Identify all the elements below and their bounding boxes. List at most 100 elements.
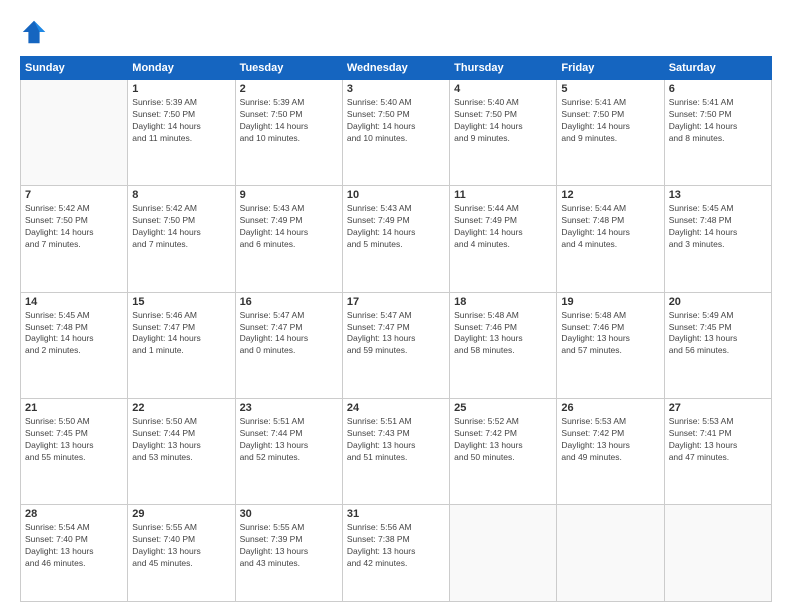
day-number: 1 [132,83,230,95]
calendar-cell [557,505,664,602]
day-info: Sunrise: 5:50 AM Sunset: 7:44 PM Dayligh… [132,416,230,464]
day-number: 20 [669,296,767,308]
day-info: Sunrise: 5:54 AM Sunset: 7:40 PM Dayligh… [25,522,123,570]
day-number: 24 [347,402,445,414]
day-info: Sunrise: 5:44 AM Sunset: 7:48 PM Dayligh… [561,203,659,251]
day-number: 6 [669,83,767,95]
day-info: Sunrise: 5:41 AM Sunset: 7:50 PM Dayligh… [561,97,659,145]
day-info: Sunrise: 5:53 AM Sunset: 7:41 PM Dayligh… [669,416,767,464]
calendar-cell: 15 Sunrise: 5:46 AM Sunset: 7:47 PM Dayli… [128,292,235,398]
day-info: Sunrise: 5:55 AM Sunset: 7:39 PM Dayligh… [240,522,338,570]
day-info: Sunrise: 5:43 AM Sunset: 7:49 PM Dayligh… [240,203,338,251]
day-number: 30 [240,508,338,520]
day-info: Sunrise: 5:49 AM Sunset: 7:45 PM Dayligh… [669,310,767,358]
day-info: Sunrise: 5:52 AM Sunset: 7:42 PM Dayligh… [454,416,552,464]
week-row-2: 7Sunrise: 5:42 AM Sunset: 7:50 PM Daylig… [21,186,772,292]
week-row-3: 14 Sunrise: 5:45 AM Sunset: 7:48 PM Dayli… [21,292,772,398]
calendar-cell: 25 Sunrise: 5:52 AM Sunset: 7:42 PM Dayli… [450,398,557,504]
day-info: Sunrise: 5:39 AM Sunset: 7:50 PM Dayligh… [240,97,338,145]
day-number: 25 [454,402,552,414]
calendar-cell: 19 Sunrise: 5:48 AM Sunset: 7:46 PM Dayli… [557,292,664,398]
weekday-header-wednesday: Wednesday [342,57,449,80]
day-number: 13 [669,189,767,201]
day-number: 12 [561,189,659,201]
calendar-cell [21,80,128,186]
day-number: 28 [25,508,123,520]
calendar-cell: 11 Sunrise: 5:44 AM Sunset: 7:49 PM Dayli… [450,186,557,292]
weekday-header-tuesday: Tuesday [235,57,342,80]
day-number: 19 [561,296,659,308]
logo-icon [20,18,48,46]
calendar-cell: 26 Sunrise: 5:53 AM Sunset: 7:42 PM Dayli… [557,398,664,504]
week-row-1: 1 Sunrise: 5:39 AM Sunset: 7:50 PM Daylig… [21,80,772,186]
day-number: 2 [240,83,338,95]
calendar-cell: 8 Sunrise: 5:42 AM Sunset: 7:50 PM Daylig… [128,186,235,292]
calendar-cell: 17Sunrise: 5:47 AM Sunset: 7:47 PM Dayli… [342,292,449,398]
day-info: Sunrise: 5:45 AM Sunset: 7:48 PM Dayligh… [25,310,123,358]
calendar-cell: 4 Sunrise: 5:40 AM Sunset: 7:50 PM Daylig… [450,80,557,186]
day-number: 15 [132,296,230,308]
day-info: Sunrise: 5:46 AM Sunset: 7:47 PM Dayligh… [132,310,230,358]
day-number: 26 [561,402,659,414]
day-info: Sunrise: 5:42 AM Sunset: 7:50 PM Dayligh… [25,203,123,251]
calendar-cell [450,505,557,602]
day-number: 10 [347,189,445,201]
day-number: 3 [347,83,445,95]
calendar-cell: 27 Sunrise: 5:53 AM Sunset: 7:41 PM Dayli… [664,398,771,504]
day-number: 4 [454,83,552,95]
day-number: 11 [454,189,552,201]
calendar-cell: 20 Sunrise: 5:49 AM Sunset: 7:45 PM Dayli… [664,292,771,398]
day-info: Sunrise: 5:53 AM Sunset: 7:42 PM Dayligh… [561,416,659,464]
calendar-cell: 7Sunrise: 5:42 AM Sunset: 7:50 PM Daylig… [21,186,128,292]
calendar-cell: 29 Sunrise: 5:55 AM Sunset: 7:40 PM Dayli… [128,505,235,602]
day-info: Sunrise: 5:40 AM Sunset: 7:50 PM Dayligh… [454,97,552,145]
calendar-cell: 24 Sunrise: 5:51 AM Sunset: 7:43 PM Dayli… [342,398,449,504]
weekday-header-row: SundayMondayTuesdayWednesdayThursdayFrid… [21,57,772,80]
day-info: Sunrise: 5:47 AM Sunset: 7:47 PM Dayligh… [347,310,445,358]
day-info: Sunrise: 5:45 AM Sunset: 7:48 PM Dayligh… [669,203,767,251]
calendar-cell: 3Sunrise: 5:40 AM Sunset: 7:50 PM Daylig… [342,80,449,186]
day-number: 5 [561,83,659,95]
calendar-cell: 22 Sunrise: 5:50 AM Sunset: 7:44 PM Dayli… [128,398,235,504]
week-row-5: 28 Sunrise: 5:54 AM Sunset: 7:40 PM Dayli… [21,505,772,602]
day-number: 16 [240,296,338,308]
calendar-cell: 18 Sunrise: 5:48 AM Sunset: 7:46 PM Dayli… [450,292,557,398]
calendar-cell: 13 Sunrise: 5:45 AM Sunset: 7:48 PM Dayli… [664,186,771,292]
calendar-cell: 1Sunrise: 5:39 AM Sunset: 7:50 PM Daylig… [128,80,235,186]
day-number: 8 [132,189,230,201]
day-info: Sunrise: 5:48 AM Sunset: 7:46 PM Dayligh… [454,310,552,358]
weekday-header-sunday: Sunday [21,57,128,80]
day-number: 23 [240,402,338,414]
day-number: 27 [669,402,767,414]
calendar-cell: 12 Sunrise: 5:44 AM Sunset: 7:48 PM Dayli… [557,186,664,292]
day-info: Sunrise: 5:51 AM Sunset: 7:43 PM Dayligh… [347,416,445,464]
calendar-cell: 2 Sunrise: 5:39 AM Sunset: 7:50 PM Daylig… [235,80,342,186]
day-info: Sunrise: 5:47 AM Sunset: 7:47 PM Dayligh… [240,310,338,358]
day-info: Sunrise: 5:55 AM Sunset: 7:40 PM Dayligh… [132,522,230,570]
day-number: 22 [132,402,230,414]
day-info: Sunrise: 5:56 AM Sunset: 7:38 PM Dayligh… [347,522,445,570]
calendar-cell: 5 Sunrise: 5:41 AM Sunset: 7:50 PM Daylig… [557,80,664,186]
day-number: 21 [25,402,123,414]
day-info: Sunrise: 5:48 AM Sunset: 7:46 PM Dayligh… [561,310,659,358]
calendar-cell: 31 Sunrise: 5:56 AM Sunset: 7:38 PM Dayli… [342,505,449,602]
day-number: 31 [347,508,445,520]
day-info: Sunrise: 5:44 AM Sunset: 7:49 PM Dayligh… [454,203,552,251]
logo [20,18,50,46]
day-info: Sunrise: 5:42 AM Sunset: 7:50 PM Dayligh… [132,203,230,251]
calendar-table: SundayMondayTuesdayWednesdayThursdayFrid… [20,56,772,602]
calendar-page: SundayMondayTuesdayWednesdayThursdayFrid… [0,0,792,612]
day-number: 9 [240,189,338,201]
weekday-header-monday: Monday [128,57,235,80]
day-info: Sunrise: 5:50 AM Sunset: 7:45 PM Dayligh… [25,416,123,464]
day-number: 29 [132,508,230,520]
calendar-cell [664,505,771,602]
day-number: 18 [454,296,552,308]
calendar-cell: 9 Sunrise: 5:43 AM Sunset: 7:49 PM Daylig… [235,186,342,292]
calendar-cell: 10Sunrise: 5:43 AM Sunset: 7:49 PM Dayli… [342,186,449,292]
day-number: 14 [25,296,123,308]
day-info: Sunrise: 5:41 AM Sunset: 7:50 PM Dayligh… [669,97,767,145]
calendar-cell: 28 Sunrise: 5:54 AM Sunset: 7:40 PM Dayli… [21,505,128,602]
week-row-4: 21 Sunrise: 5:50 AM Sunset: 7:45 PM Dayli… [21,398,772,504]
calendar-cell: 23Sunrise: 5:51 AM Sunset: 7:44 PM Dayli… [235,398,342,504]
